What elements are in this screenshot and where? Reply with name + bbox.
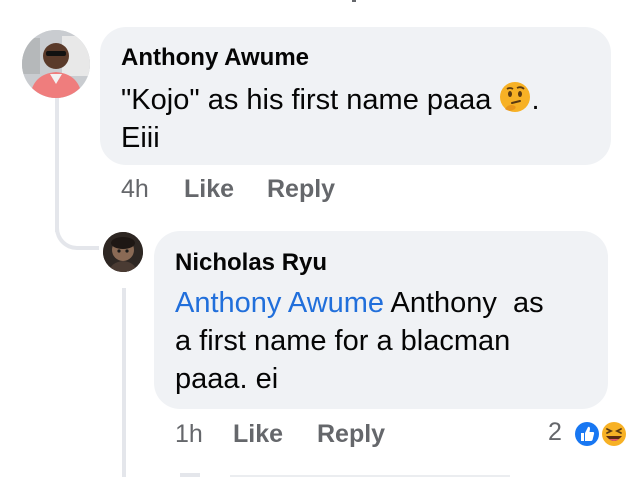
thread-line-reply [122, 288, 126, 477]
comment-timestamp[interactable]: 4h [121, 175, 149, 204]
reply-button[interactable]: Reply [267, 175, 335, 204]
reaction-count[interactable]: 2 [548, 418, 562, 447]
reply-timestamp[interactable]: 1h [175, 420, 203, 449]
comment-text-line-2: Eiii [121, 122, 160, 154]
like-reaction-icon [573, 420, 601, 448]
comment-text-line-1: "Kojo" as his first name paaa . [121, 81, 540, 123]
thinking-face-icon [499, 81, 531, 123]
comment-text-tail: . [531, 84, 540, 116]
avatar-photo [22, 30, 90, 98]
reply-text-line-2: a first name for a blacman [175, 325, 511, 357]
reply-text: Anthony as [384, 287, 544, 319]
reply-like-button[interactable]: Like [233, 420, 283, 449]
thread-line-curve [55, 200, 99, 250]
reply-author[interactable]: Nicholas Ryu [175, 249, 327, 277]
reactions-summary[interactable] [571, 418, 631, 450]
avatar-photo [103, 232, 143, 272]
like-button[interactable]: Like [184, 175, 234, 204]
comment-author[interactable]: Anthony Awume [121, 44, 309, 72]
reply-reply-button[interactable]: Reply [317, 420, 385, 449]
mention-link[interactable]: Anthony Awume [175, 287, 384, 319]
next-item-edge [180, 473, 200, 477]
comment-text: "Kojo" as his first name paaa [121, 84, 492, 116]
avatar-nicholas-ryu[interactable] [103, 232, 143, 272]
thread-top-marker [352, 0, 356, 2]
reply-text-line-3: paaa. ei [175, 363, 279, 395]
avatar-anthony-awume[interactable] [22, 30, 90, 98]
haha-reaction-icon [600, 420, 628, 448]
reply-text-line-1: Anthony Awume Anthony as [175, 284, 544, 322]
